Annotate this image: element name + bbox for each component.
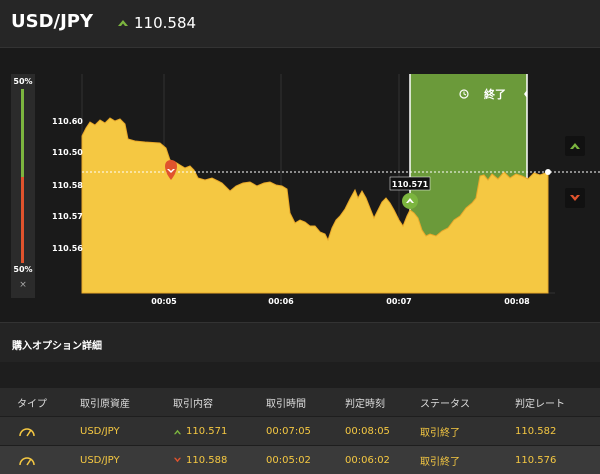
y-tick-label: 110.60 — [52, 117, 83, 126]
column-header: ステータス — [420, 398, 470, 410]
type-cell — [17, 446, 37, 474]
current-price: 110.584 — [134, 14, 197, 32]
trade-time-cell: 00:05:02 — [266, 454, 311, 466]
x-tick-label: 00:08 — [504, 297, 530, 306]
column-header: 判定時刻 — [345, 398, 385, 410]
asset-cell: USD/JPY — [80, 425, 120, 437]
up-arrow-icon — [118, 20, 128, 26]
table-row[interactable]: USD/JPY 110.588 00:05:02 00:06:02 取引終了 1… — [0, 445, 600, 474]
type-cell — [17, 417, 37, 445]
column-header: 取引内容 — [173, 398, 213, 410]
trade-content-cell: 110.571 — [173, 417, 227, 445]
up-arrow-icon — [570, 143, 580, 149]
currency-pair: USD/JPY — [11, 11, 94, 32]
asset-cell: USD/JPY — [80, 454, 120, 466]
y-tick-label: 110.56 — [52, 244, 83, 253]
chart-area: 終了 110.60 110.50 110.58 110.57 110.56 00… — [0, 48, 600, 322]
down-arrow-icon — [173, 457, 182, 462]
up-percent: 50% — [13, 77, 33, 86]
status-cell: 取引終了 — [420, 456, 460, 468]
gauge-icon — [19, 457, 35, 466]
down-percent: 50% — [13, 265, 33, 274]
column-header: 取引時間 — [266, 398, 306, 410]
buy-up-button[interactable] — [565, 136, 585, 156]
sentiment-gauge: 50% 50% × — [11, 74, 35, 298]
table-row[interactable]: USD/JPY 110.571 00:07:05 00:08:05 取引終了 1… — [0, 416, 600, 445]
judge-rate-cell: 110.576 — [515, 454, 557, 466]
trade-time-cell: 00:07:05 — [266, 425, 311, 437]
down-arrow-icon — [570, 195, 580, 201]
up-arrow-icon — [173, 429, 182, 434]
x-tick-label: 00:05 — [151, 297, 177, 306]
gauge-icon — [19, 428, 35, 437]
trade-content-cell: 110.588 — [173, 446, 227, 474]
buy-down-button[interactable] — [565, 188, 585, 208]
status-cell: 取引終了 — [420, 427, 460, 439]
price-chart[interactable]: 終了 110.60 110.50 110.58 110.57 110.56 00… — [0, 48, 600, 322]
trade-rate: 110.571 — [186, 425, 228, 437]
x-tick-label: 00:06 — [268, 297, 294, 306]
section-title: 購入オプション詳細 — [12, 341, 102, 352]
section-header: 購入オプション詳細 — [0, 322, 600, 362]
table-header: タイプ 取引原資産 取引内容 取引時間 判定時刻 ステータス 判定レート — [0, 388, 600, 416]
y-tick-label: 110.50 — [52, 148, 83, 157]
gauge-up-bar — [21, 89, 24, 177]
y-tick-label: 110.57 — [52, 212, 83, 221]
x-tick-label: 00:07 — [386, 297, 411, 306]
y-tick-label: 110.58 — [52, 181, 83, 190]
header: USD/JPY 110.584 — [0, 0, 600, 48]
expiry-end-label: 終了 — [484, 87, 506, 101]
trade-rate: 110.588 — [186, 454, 228, 466]
svg-text:110.571: 110.571 — [392, 180, 429, 189]
gauge-close-button[interactable]: × — [11, 280, 35, 290]
column-header: 判定レート — [515, 398, 565, 410]
gauge-down-bar — [21, 177, 24, 263]
judge-time-cell: 00:06:02 — [345, 454, 390, 466]
current-price-dot — [545, 169, 551, 175]
column-header: タイプ — [17, 398, 47, 410]
judge-rate-cell: 110.582 — [515, 425, 557, 437]
options-table: タイプ 取引原資産 取引内容 取引時間 判定時刻 ステータス 判定レート USD… — [0, 388, 600, 474]
judge-time-cell: 00:08:05 — [345, 425, 390, 437]
column-header: 取引原資産 — [80, 398, 130, 410]
